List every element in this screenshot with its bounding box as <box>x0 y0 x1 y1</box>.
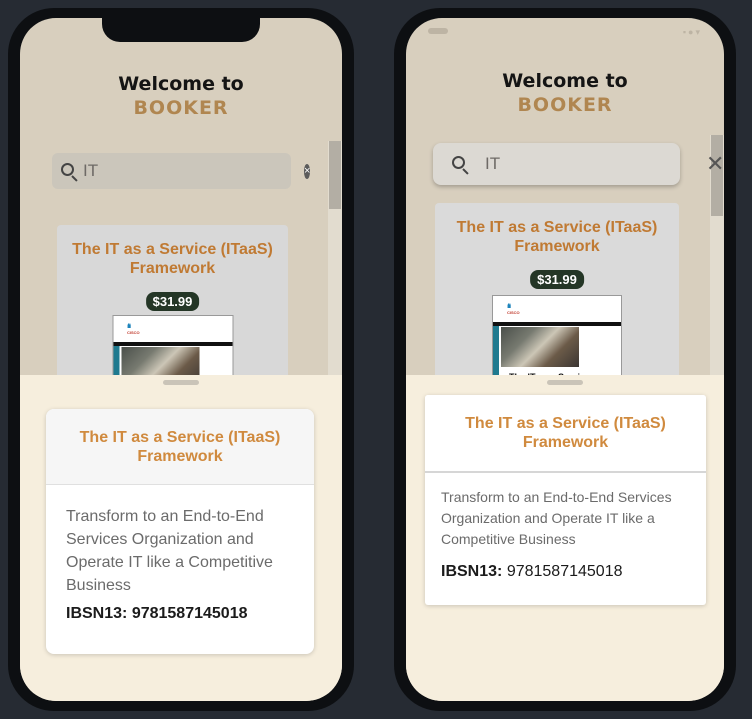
phone-frame-right: ▪●▾ Welcome to BOOKER ✕ The IT as a Serv… <box>394 8 736 711</box>
search-icon <box>60 162 78 182</box>
search-input[interactable] <box>83 161 304 181</box>
detail-description: Transform to an End-to-End Services Orga… <box>66 508 273 594</box>
book-title: The IT as a Service (ITaaS) Framework <box>456 219 658 255</box>
search-input[interactable] <box>485 154 706 174</box>
brand-title: BOOKER <box>133 97 229 119</box>
status-bar-left <box>428 28 448 34</box>
welcome-heading: Welcome to <box>502 70 628 92</box>
book-card[interactable]: The IT as a Service (ITaaS) Framework $3… <box>435 203 679 403</box>
clear-icon[interactable]: ✕ <box>706 153 724 175</box>
cover-photo <box>501 327 579 367</box>
price-badge: $31.99 <box>530 270 584 289</box>
detail-title: The IT as a Service (ITaaS) Framework <box>46 409 314 485</box>
detail-isbn: IBSN13: 9781587145018 <box>441 563 623 580</box>
cisco-logo: ıllıllı CISCO <box>127 324 140 335</box>
app-screen-right: ▪●▾ Welcome to BOOKER ✕ The IT as a Serv… <box>406 18 724 701</box>
detail-title: The IT as a Service (ITaaS) Framework <box>425 395 706 473</box>
book-detail-card: The IT as a Service (ITaaS) Framework Tr… <box>425 395 706 605</box>
clear-icon[interactable]: × <box>304 163 311 179</box>
bottom-sheet[interactable]: The IT as a Service (ITaaS) Framework Tr… <box>20 375 342 701</box>
detail-isbn: IBSN13: 9781587145018 <box>66 605 248 622</box>
welcome-heading: Welcome to <box>118 73 244 95</box>
detail-description: Transform to an End-to-End Services Orga… <box>441 489 672 547</box>
cisco-logo: ıllıllı CISCO <box>507 304 520 315</box>
app-screen-left: Welcome to BOOKER × The IT as a Service … <box>20 18 342 701</box>
book-title: The IT as a Service (ITaaS) Framework <box>72 241 273 277</box>
book-detail-card: The IT as a Service (ITaaS) Framework Tr… <box>46 409 314 654</box>
price-badge: $31.99 <box>145 292 200 311</box>
drag-handle-icon[interactable] <box>547 380 583 385</box>
phone-frame-left: Welcome to BOOKER × The IT as a Service … <box>8 8 354 711</box>
drag-handle-icon[interactable] <box>163 380 199 385</box>
scrollbar[interactable] <box>328 141 342 401</box>
search-bar[interactable]: × <box>52 153 311 189</box>
search-bar[interactable]: ✕ <box>433 143 724 185</box>
bottom-sheet[interactable]: The IT as a Service (ITaaS) Framework Tr… <box>406 375 724 701</box>
scrollbar-thumb[interactable] <box>329 141 341 209</box>
search-icon <box>451 155 469 175</box>
status-bar-icons: ▪●▾ <box>682 27 702 37</box>
brand-title: BOOKER <box>517 94 613 116</box>
phone-notch <box>102 18 260 42</box>
